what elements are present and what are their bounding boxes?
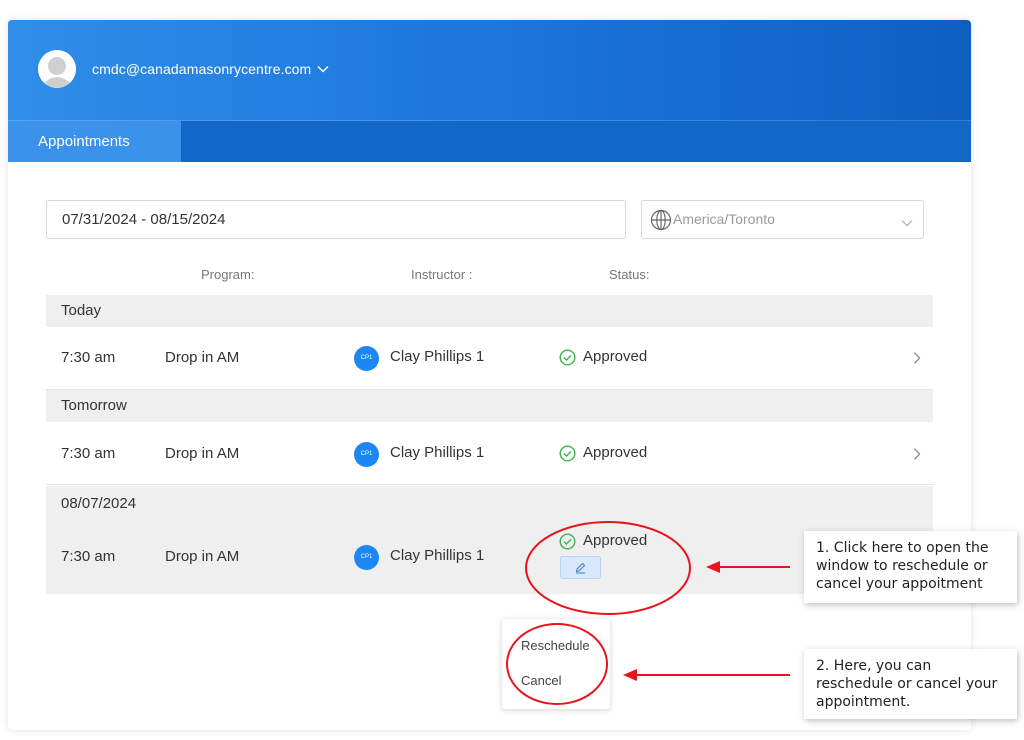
timezone-select[interactable]: America/Toronto — [641, 200, 924, 239]
appointment-status: Approved — [583, 348, 648, 365]
date-range-input[interactable]: 07/31/2024 - 08/15/2024 — [46, 200, 626, 239]
instructor-badge: CP1 — [354, 442, 379, 467]
check-circle-icon — [559, 533, 576, 555]
chevron-down-icon[interactable] — [317, 60, 329, 78]
menu-item-reschedule[interactable]: Reschedule — [521, 638, 590, 653]
column-header-program: Program: — [201, 267, 255, 282]
instructor-badge: CP1 — [354, 346, 379, 371]
user-silhouette-icon — [38, 50, 76, 88]
tab-bar: Appointments — [8, 121, 971, 162]
pencil-icon — [575, 562, 586, 574]
check-circle-icon — [559, 349, 576, 371]
chevron-down-icon — [901, 214, 913, 232]
avatar[interactable] — [38, 50, 76, 88]
instruction-callout-2: 2. Here, you can reschedule or cancel yo… — [804, 649, 1017, 719]
appointment-row-selected[interactable]: 7:30 am Drop in AM CP1 Clay Phillips 1 A… — [46, 522, 933, 594]
chevron-right-icon[interactable] — [913, 447, 921, 466]
appointment-program: Drop in AM — [165, 349, 240, 366]
appointment-row[interactable]: 7:30 am Drop in AM CP1 Clay Phillips 1 A… — [46, 327, 933, 390]
page: cmdc@canadamasonrycentre.com Appointment… — [0, 0, 1024, 740]
group-header-tomorrow: Tomorrow — [46, 390, 933, 422]
appointment-instructor: Clay Phillips 1 — [390, 348, 485, 365]
column-header-status: Status: — [609, 267, 650, 282]
appointment-time: 7:30 am — [61, 349, 116, 366]
group-header-date: 08/07/2024 — [46, 486, 933, 522]
appointment-status: Approved — [583, 532, 648, 549]
check-circle-icon — [559, 445, 576, 467]
appointment-program: Drop in AM — [165, 548, 240, 565]
appointment-program: Drop in AM — [165, 445, 240, 462]
reschedule-cancel-menu: Reschedule Cancel — [502, 619, 610, 709]
appointment-time: 7:30 am — [61, 548, 116, 565]
timezone-value: America/Toronto — [673, 211, 775, 227]
instruction-callout-1: 1. Click here to open the window to resc… — [804, 531, 1017, 603]
appointments-card: cmdc@canadamasonrycentre.com Appointment… — [8, 20, 971, 730]
edit-appointment-button[interactable] — [560, 556, 601, 579]
appointment-instructor: Clay Phillips 1 — [390, 547, 485, 564]
menu-item-cancel[interactable]: Cancel — [521, 673, 561, 688]
appointment-status: Approved — [583, 444, 648, 461]
appointment-row[interactable]: 7:30 am Drop in AM CP1 Clay Phillips 1 A… — [46, 422, 933, 485]
instructor-badge: CP1 — [354, 545, 379, 570]
user-email[interactable]: cmdc@canadamasonrycentre.com — [92, 61, 311, 77]
header: cmdc@canadamasonrycentre.com Appointment… — [8, 20, 971, 162]
user-menu[interactable]: cmdc@canadamasonrycentre.com — [38, 50, 329, 88]
appointment-time: 7:30 am — [61, 445, 116, 462]
group-header-today: Today — [46, 295, 933, 327]
appointment-instructor: Clay Phillips 1 — [390, 444, 485, 461]
globe-icon — [650, 209, 672, 236]
column-header-instructor: Instructor : — [411, 267, 473, 282]
tab-appointments[interactable]: Appointments — [8, 121, 181, 162]
chevron-right-icon[interactable] — [913, 351, 921, 370]
